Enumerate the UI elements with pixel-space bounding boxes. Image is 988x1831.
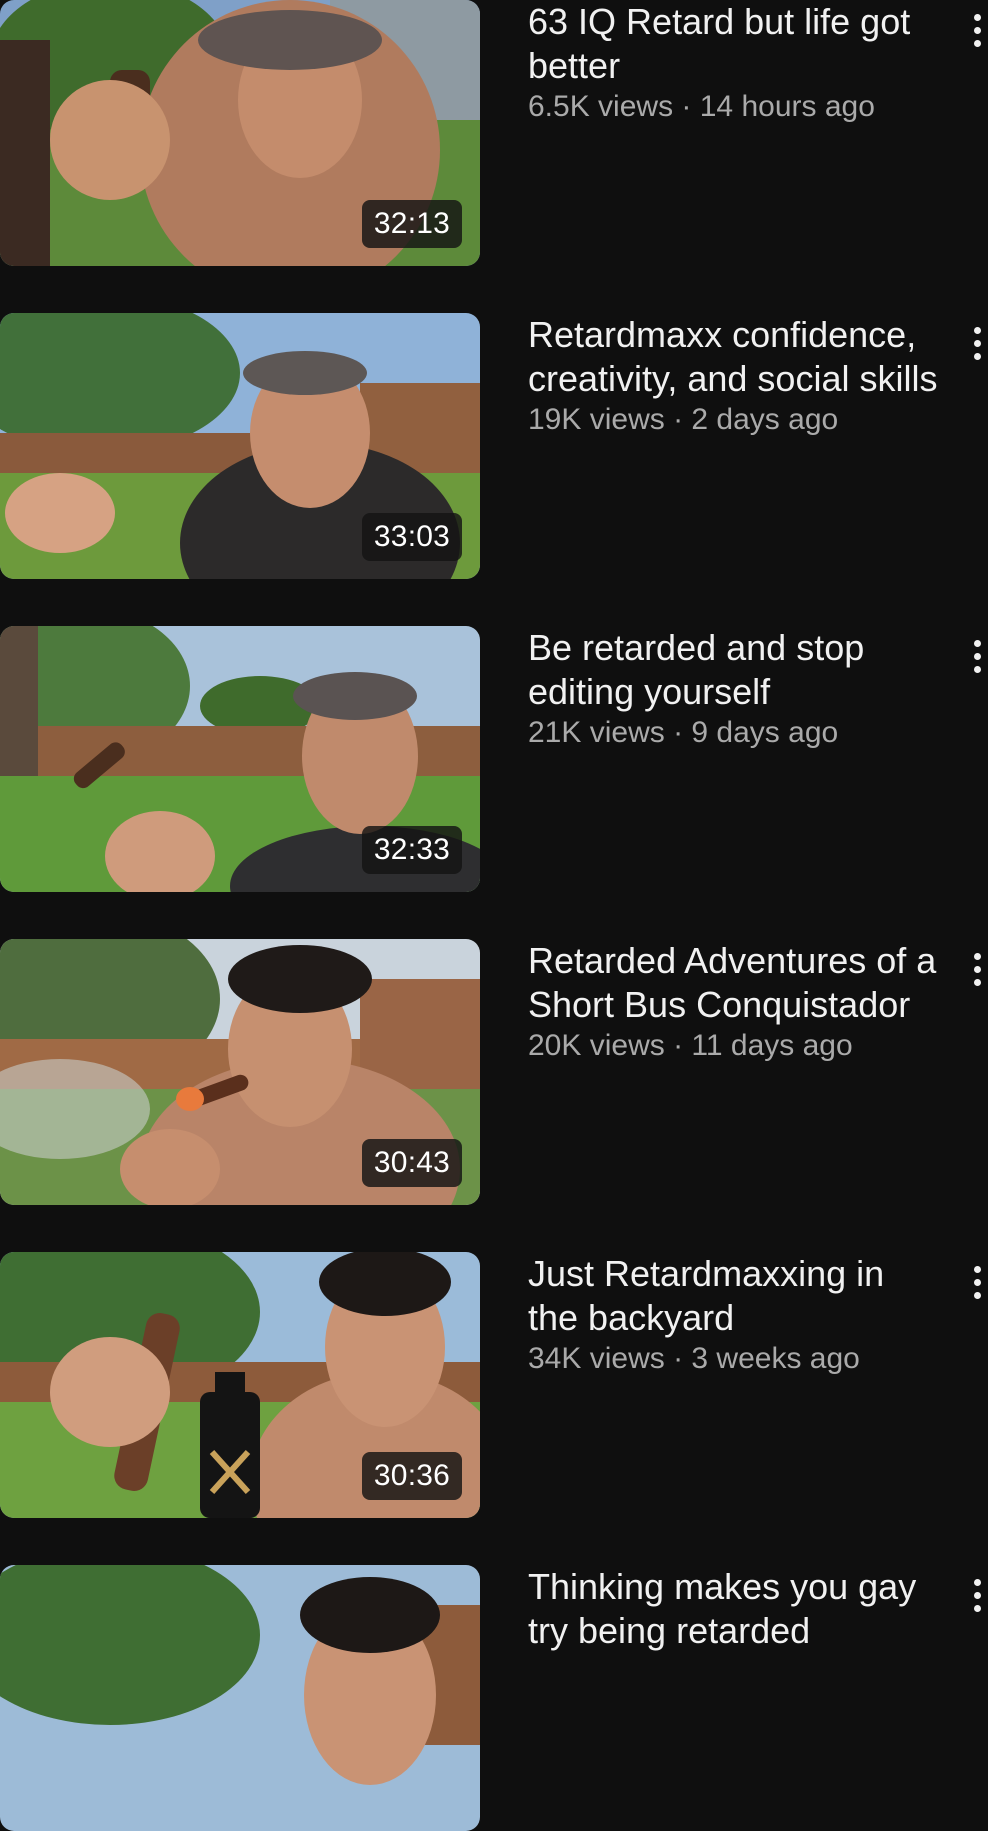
video-info: Retardmaxx confidence, creativity, and s… — [528, 313, 938, 439]
video-item[interactable]: 33:03 Retardmaxx confidence, creativity,… — [0, 313, 988, 579]
video-views: 34K views — [528, 1342, 665, 1375]
meta-separator: · — [664, 716, 692, 749]
video-views: 6.5K views — [528, 90, 674, 123]
meta-separator: · — [673, 90, 700, 123]
video-views: 19K views — [528, 403, 665, 436]
video-age: 3 weeks ago — [691, 1342, 860, 1375]
video-title[interactable]: Retarded Adventures of a Short Bus Conqu… — [528, 939, 938, 1027]
video-duration-badge: 32:13 — [361, 200, 462, 248]
video-duration-badge: 32:33 — [361, 826, 462, 874]
video-title[interactable]: 63 IQ Retard but life got better — [528, 0, 938, 88]
video-item[interactable]: 30:43 Retarded Adventures of a Short Bus… — [0, 939, 988, 1205]
more-vert-icon[interactable] — [968, 323, 988, 363]
video-info: Thinking makes you gay try being retarde… — [528, 1565, 938, 1653]
video-info: Retarded Adventures of a Short Bus Conqu… — [528, 939, 938, 1065]
video-info: Just Retardmaxxing in the backyard 34K v… — [528, 1252, 938, 1378]
video-meta: 21K views · 9 days ago — [528, 714, 938, 752]
video-duration-badge: 33:03 — [361, 513, 462, 561]
video-meta: 34K views · 3 weeks ago — [528, 1340, 938, 1378]
video-thumbnail[interactable]: 30:36 — [0, 1252, 480, 1518]
video-info: Be retarded and stop editing yourself 21… — [528, 626, 938, 752]
video-item[interactable]: 32:13 63 IQ Retard but life got better 6… — [0, 0, 988, 266]
video-item[interactable]: Thinking makes you gay try being retarde… — [0, 1565, 988, 1831]
more-vert-icon[interactable] — [968, 10, 988, 50]
video-thumbnail[interactable]: 32:33 — [0, 626, 480, 892]
video-title[interactable]: Retardmaxx confidence, creativity, and s… — [528, 313, 938, 401]
meta-separator: · — [664, 1342, 692, 1375]
video-views: 21K views — [528, 716, 665, 749]
video-duration-badge: 30:36 — [361, 1452, 462, 1500]
meta-separator: · — [664, 1029, 692, 1062]
thumbnail-image — [0, 1565, 480, 1831]
meta-separator: · — [664, 403, 692, 436]
video-meta: 6.5K views · 14 hours ago — [528, 88, 938, 126]
video-meta: 19K views · 2 days ago — [528, 401, 938, 439]
video-age: 11 days ago — [691, 1029, 853, 1062]
video-duration-badge: 30:43 — [361, 1139, 462, 1187]
video-title[interactable]: Just Retardmaxxing in the backyard — [528, 1252, 938, 1340]
more-vert-icon[interactable] — [968, 1575, 988, 1615]
video-thumbnail[interactable]: 30:43 — [0, 939, 480, 1205]
video-thumbnail[interactable]: 33:03 — [0, 313, 480, 579]
video-age: 9 days ago — [691, 716, 839, 749]
video-thumbnail[interactable]: 32:13 — [0, 0, 480, 266]
video-title[interactable]: Thinking makes you gay try being retarde… — [528, 1565, 938, 1653]
video-info: 63 IQ Retard but life got better 6.5K vi… — [528, 0, 938, 126]
video-meta: 20K views · 11 days ago — [528, 1027, 938, 1065]
more-vert-icon[interactable] — [968, 1262, 988, 1302]
more-vert-icon[interactable] — [968, 636, 988, 676]
video-list: 32:13 63 IQ Retard but life got better 6… — [0, 0, 988, 1831]
more-vert-icon[interactable] — [968, 949, 988, 989]
video-title[interactable]: Be retarded and stop editing yourself — [528, 626, 938, 714]
video-views: 20K views — [528, 1029, 665, 1062]
video-item[interactable]: 30:36 Just Retardmaxxing in the backyard… — [0, 1252, 988, 1518]
video-age: 2 days ago — [691, 403, 839, 436]
video-item[interactable]: 32:33 Be retarded and stop editing yours… — [0, 626, 988, 892]
video-age: 14 hours ago — [699, 90, 875, 123]
video-thumbnail[interactable] — [0, 1565, 480, 1831]
